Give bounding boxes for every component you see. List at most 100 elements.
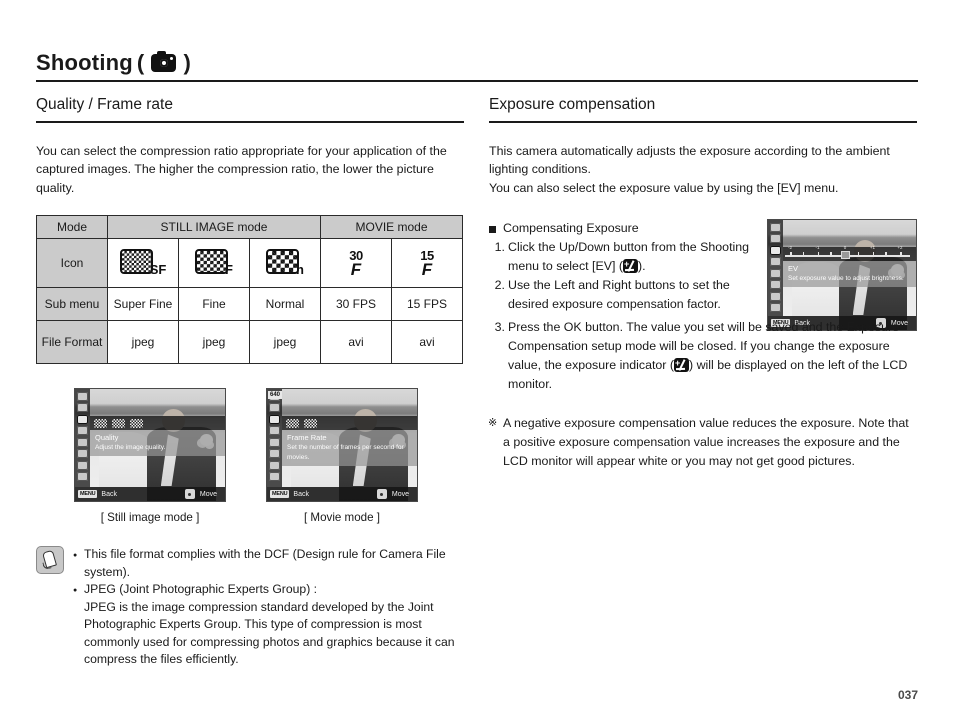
cell-file-2: jpeg bbox=[178, 320, 250, 364]
step-3: 3. Press the OK button. The value you set… bbox=[489, 318, 917, 394]
table-row-sub-menu: Sub menu Super Fine Fine Normal 30 FPS 1… bbox=[36, 287, 463, 321]
lcd-menu-description: Set the number of frames per second for … bbox=[287, 444, 404, 461]
move-label: Move bbox=[391, 490, 409, 498]
section-divider-right bbox=[489, 121, 917, 123]
move-label: Move bbox=[199, 490, 217, 498]
ev-scale-label: +2 bbox=[897, 245, 903, 250]
caption-movie-mode: [ Movie mode ] bbox=[303, 511, 381, 524]
ev-scale-label: -2 bbox=[787, 245, 793, 250]
section-title-quality: Quality / Frame rate bbox=[36, 96, 173, 113]
lcd-screen-frame-rate: 640 Frame Rate Set the number of frames … bbox=[266, 388, 418, 502]
table-row-icon: Icon SF F n 30 F 15 F bbox=[36, 238, 463, 288]
cell-still-image-mode: STILL IMAGE mode bbox=[107, 215, 321, 239]
resolution-badge: 640 bbox=[268, 391, 283, 399]
note-box: This file format complies with the DCF (… bbox=[36, 546, 464, 669]
ev-icon bbox=[623, 257, 639, 273]
lcd-menu-title: Frame Rate bbox=[287, 433, 327, 442]
back-label: Back bbox=[101, 490, 117, 498]
lcd-bottom-bar: MENU Back Move bbox=[75, 487, 225, 501]
cell-movie-mode: MOVIE mode bbox=[320, 215, 463, 239]
paren-open: ( bbox=[136, 50, 145, 75]
ev-scale[interactable]: -2 -1 0 +1 +2 bbox=[785, 245, 910, 260]
lcd-quality-options-row bbox=[90, 416, 225, 430]
fps-30-icon: 30 F bbox=[349, 249, 363, 279]
page-title: Shooting ( ) bbox=[36, 50, 191, 76]
lcd-menu-description: Set exposure value to adjust brightness. bbox=[788, 275, 904, 282]
lcd-menu-title: Quality bbox=[95, 433, 119, 442]
step-3-number: 3. bbox=[494, 320, 505, 334]
cell-file-1: jpeg bbox=[107, 320, 179, 364]
exposure-warning-note: ※ A negative exposure compensation value … bbox=[488, 414, 917, 471]
back-label: Back bbox=[293, 490, 309, 498]
step-1: 1. Click the Up/Down button from the Shoo… bbox=[489, 238, 767, 276]
step-2-text: Use the Left and Right buttons to set th… bbox=[508, 278, 730, 311]
menu-key-badge[interactable]: MENU bbox=[78, 490, 98, 498]
cell-sub-menu-label: Sub menu bbox=[36, 287, 108, 321]
cell-file-5: avi bbox=[391, 320, 463, 364]
cell-file-3: jpeg bbox=[249, 320, 321, 364]
note-continuation: JPEG is the image compression standard d… bbox=[84, 599, 455, 667]
ev-scale-label: +1 bbox=[869, 245, 876, 250]
lcd-menu-band: Quality Adjust the image quality. bbox=[90, 430, 225, 456]
quality-normal-icon: n bbox=[266, 249, 304, 277]
lcd-menu-title: EV bbox=[788, 264, 799, 273]
manual-page: Shooting ( ) Quality / Frame rate You ca… bbox=[0, 0, 954, 720]
table-row-mode: Mode STILL IMAGE mode MOVIE mode bbox=[36, 215, 463, 239]
lcd-screen-quality: Quality Adjust the image quality. MENU B… bbox=[74, 388, 226, 502]
fps-30-f: F bbox=[350, 259, 362, 279]
step-2-number: 2. bbox=[494, 278, 505, 292]
title-divider bbox=[36, 80, 918, 82]
exposure-intro-line2: You can also select the exposure value b… bbox=[489, 180, 839, 195]
lcd-framerate-options-row bbox=[282, 416, 417, 430]
cell-sub-normal: Normal bbox=[249, 287, 321, 321]
compensating-exposure-heading: Compensating Exposure bbox=[489, 219, 767, 238]
page-title-text: Shooting bbox=[36, 50, 133, 75]
lcd-sidebar-icons bbox=[75, 389, 90, 487]
cell-sub-30fps: 30 FPS bbox=[320, 287, 392, 321]
note-item: JPEG (Joint Photographic Experts Group) … bbox=[73, 581, 464, 599]
fps-15-icon: 15 F bbox=[420, 249, 434, 279]
note-item: This file format complies with the DCF (… bbox=[73, 546, 464, 581]
ev-icon bbox=[674, 356, 689, 372]
menu-key-badge[interactable]: MENU bbox=[270, 490, 290, 498]
left-column: Quality / Frame rate You can select the … bbox=[36, 96, 464, 669]
paren-close: ) bbox=[183, 50, 191, 75]
exposure-warning-text: A negative exposure compensation value r… bbox=[503, 416, 909, 468]
quality-option-icon[interactable] bbox=[130, 418, 143, 428]
exposure-intro-line1: This camera automatically adjusts the ex… bbox=[489, 143, 890, 177]
page-number: 037 bbox=[897, 688, 918, 702]
lcd-menu-description: Adjust the image quality. bbox=[95, 444, 166, 451]
cell-icon-fine: F bbox=[178, 238, 250, 288]
section-title-exposure: Exposure compensation bbox=[489, 96, 656, 113]
cell-sub-super-fine: Super Fine bbox=[107, 287, 179, 321]
cell-icon-label: Icon bbox=[36, 238, 108, 288]
lcd-screen-ev: -2 -1 0 +1 +2 EV Set exposure value to a… bbox=[767, 219, 917, 331]
cell-icon-15fps: 15 F bbox=[391, 238, 463, 288]
cell-icon-super-fine: SF bbox=[107, 238, 179, 288]
lcd-menu-band: EV Set exposure value to adjust brightne… bbox=[783, 261, 916, 287]
cell-icon-30fps: 30 F bbox=[320, 238, 392, 288]
cell-sub-15fps: 15 FPS bbox=[391, 287, 463, 321]
fps-15-f: F bbox=[421, 259, 433, 279]
framerate-option-icon[interactable] bbox=[286, 418, 299, 428]
lcd-sidebar-icons bbox=[768, 220, 783, 316]
framerate-option-icon[interactable] bbox=[304, 418, 317, 428]
cell-icon-normal: n bbox=[249, 238, 321, 288]
dpad-icon[interactable] bbox=[376, 489, 387, 499]
quality-option-icon[interactable] bbox=[94, 418, 107, 428]
cell-mode-label: Mode bbox=[36, 215, 108, 239]
quality-superfine-icon: SF bbox=[119, 249, 166, 277]
cell-file-4: avi bbox=[320, 320, 392, 364]
dpad-icon[interactable] bbox=[184, 489, 195, 499]
camera-icon bbox=[151, 51, 177, 72]
step-1-number: 1. bbox=[494, 240, 505, 254]
quality-intro-text: You can select the compression ratio app… bbox=[36, 143, 447, 195]
lcd-menu-band: Frame Rate Set the number of frames per … bbox=[282, 430, 417, 466]
ev-scale-label: 0 bbox=[843, 245, 847, 250]
movie-mode-screenshot-group: 640 Frame Rate Set the number of frames … bbox=[266, 388, 418, 524]
quality-fine-icon: F bbox=[195, 249, 233, 277]
caption-still-image-mode: [ Still image mode ] bbox=[100, 511, 200, 524]
quality-option-icon[interactable] bbox=[112, 418, 125, 428]
right-column: Exposure compensation This camera automa… bbox=[488, 96, 917, 471]
note-content: This file format complies with the DCF (… bbox=[73, 546, 464, 669]
